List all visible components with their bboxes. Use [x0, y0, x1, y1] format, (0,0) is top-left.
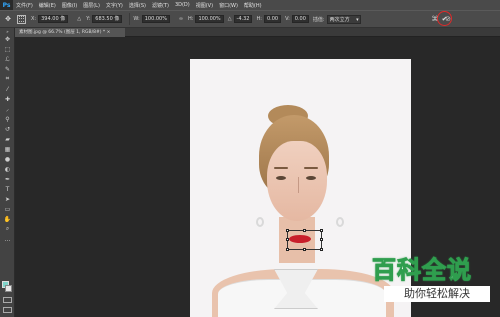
skew-v-label: V:	[285, 16, 290, 22]
skew-h-input[interactable]: 0.00	[263, 15, 282, 23]
background-color-swatch[interactable]	[5, 285, 12, 292]
shape-tool-icon[interactable]: ▭	[0, 204, 15, 214]
left-earring	[256, 217, 264, 227]
commit-transform-button[interactable]: ✔	[437, 11, 452, 26]
menu-bar: Ps 文件(F) 编辑(E) 图像(I) 图层(L) 文字(Y) 选择(S) 滤…	[0, 0, 500, 10]
menu-window[interactable]: 窗口(W)	[219, 2, 238, 9]
link-icon[interactable]: ∞	[176, 14, 186, 24]
reference-point-grid[interactable]	[17, 14, 26, 24]
transform-handle[interactable]	[303, 248, 306, 251]
menu-type[interactable]: 文字(Y)	[106, 2, 123, 9]
transform-bounding-box[interactable]	[286, 229, 323, 251]
more-tools-icon[interactable]: …	[0, 234, 15, 244]
hand-tool-icon[interactable]: ✋	[0, 214, 15, 224]
menu-edit[interactable]: 编辑(E)	[39, 2, 56, 9]
skew-v-field[interactable]: V: 0.00	[285, 15, 309, 23]
interpolation-field[interactable]: 插值: 两次立方 ▾	[312, 14, 361, 24]
x-label: X:	[31, 16, 37, 22]
document-tab[interactable]: 素材图.jpg @ 66.7% (图层 1, RGB/8#) * ×	[15, 28, 125, 37]
transform-handle[interactable]	[286, 238, 289, 241]
quick-mask-icon[interactable]	[3, 297, 12, 303]
transform-handle[interactable]	[320, 238, 323, 241]
skew-h-label: H:	[256, 16, 262, 22]
quick-select-icon[interactable]: ✎	[0, 64, 15, 74]
crop-tool-icon[interactable]: ⌗	[0, 74, 15, 84]
menu-3d[interactable]: 3D(D)	[175, 2, 190, 8]
transform-handle[interactable]	[303, 229, 306, 232]
y-label: Y:	[86, 16, 91, 22]
watermark-title: 百科全说	[372, 256, 472, 285]
marquee-tool-icon[interactable]: ⬚	[0, 44, 15, 54]
interpolation-dropdown[interactable]: 两次立方 ▾	[326, 14, 361, 24]
menu-file[interactable]: 文件(F)	[16, 2, 33, 9]
move-tool-icon[interactable]: ✥	[3, 14, 13, 24]
transform-handle[interactable]	[286, 248, 289, 251]
right-eye	[306, 176, 316, 180]
menu-filter[interactable]: 滤镜(T)	[152, 2, 169, 9]
angle-icon: △	[227, 16, 232, 22]
options-bar: ✥ X: 394.00 像 △ Y: 683.50 像 W: 100.00% ∞…	[0, 10, 500, 28]
right-eyebrow	[304, 167, 318, 169]
left-eye	[276, 176, 286, 180]
divider	[129, 13, 131, 25]
skew-v-input[interactable]: 0.00	[291, 15, 309, 23]
brush-tool-icon[interactable]: ⸝	[0, 104, 15, 114]
transform-handle[interactable]	[320, 248, 323, 251]
menu-select[interactable]: 选择(S)	[129, 2, 146, 9]
eyedropper-icon[interactable]: ⁄	[0, 84, 15, 94]
history-brush-icon[interactable]: ↺	[0, 124, 15, 134]
transform-handle[interactable]	[320, 229, 323, 232]
w-input[interactable]: 100.00%	[141, 15, 170, 23]
interpolation-value: 两次立方	[329, 16, 350, 23]
menu-view[interactable]: 视图(V)	[196, 2, 213, 9]
menu-image[interactable]: 图像(I)	[62, 2, 77, 9]
photoshop-window: Ps 文件(F) 编辑(E) 图像(I) 图层(L) 文字(Y) 选择(S) 滤…	[0, 0, 500, 317]
w-label: W:	[133, 16, 140, 22]
zoom-tool-icon[interactable]: ⌕	[0, 224, 15, 234]
h-label: H:	[187, 16, 194, 22]
y-input[interactable]: 683.50 像	[92, 15, 123, 23]
menu-help[interactable]: 帮助(H)	[244, 2, 262, 9]
h-input[interactable]: 100.00%	[195, 15, 224, 23]
y-position-field[interactable]: Y: 683.50 像	[86, 15, 123, 23]
document-tab-bar: 素材图.jpg @ 66.7% (图层 1, RGB/8#) * ×	[15, 28, 500, 37]
lasso-tool-icon[interactable]: ℒ	[0, 54, 15, 64]
app-logo: Ps	[0, 0, 13, 10]
dodge-tool-icon[interactable]: ◐	[0, 164, 15, 174]
watermark: 百科全说 助你轻松解决	[372, 250, 490, 310]
relative-position-icon[interactable]: △	[74, 14, 84, 24]
right-earring	[336, 217, 344, 227]
move-tool-icon[interactable]: ✥	[0, 34, 15, 44]
x-input[interactable]: 394.00 像	[38, 15, 69, 23]
pen-tool-icon[interactable]: ✒	[0, 174, 15, 184]
menu-layer[interactable]: 图层(L)	[83, 2, 100, 9]
toolbox: » ✥ ⬚ ℒ ✎ ⌗ ⁄ ✚ ⸝ ⚲ ↺ ▰ ▦ ● ◐ ✒ T ➤ ▭ ✋ …	[0, 28, 15, 317]
gradient-tool-icon[interactable]: ▦	[0, 144, 15, 154]
clone-stamp-icon[interactable]: ⚲	[0, 114, 15, 124]
x-position-field[interactable]: X: 394.00 像	[31, 15, 69, 23]
angle-input[interactable]: -4.32	[233, 15, 253, 23]
checkmark-icon: ✔	[441, 14, 448, 23]
chevron-down-icon: ▾	[356, 16, 359, 23]
nose	[293, 177, 299, 193]
healing-brush-icon[interactable]: ✚	[0, 94, 15, 104]
watermark-subtitle: 助你轻松解决	[384, 286, 490, 302]
skew-h-field[interactable]: H: 0.00	[256, 15, 282, 23]
angle-field[interactable]: △ -4.32	[228, 15, 253, 23]
eraser-icon[interactable]: ▰	[0, 134, 15, 144]
blur-tool-icon[interactable]: ●	[0, 154, 15, 164]
interpolation-label: 插值:	[312, 16, 325, 23]
type-tool-icon[interactable]: T	[0, 184, 15, 194]
transform-handle[interactable]	[286, 229, 289, 232]
screen-mode-icon[interactable]	[3, 307, 12, 313]
height-field[interactable]: H: 100.00%	[188, 15, 224, 23]
path-select-icon[interactable]: ➤	[0, 194, 15, 204]
width-field[interactable]: W: 100.00%	[133, 15, 170, 23]
left-eyebrow	[274, 167, 288, 169]
